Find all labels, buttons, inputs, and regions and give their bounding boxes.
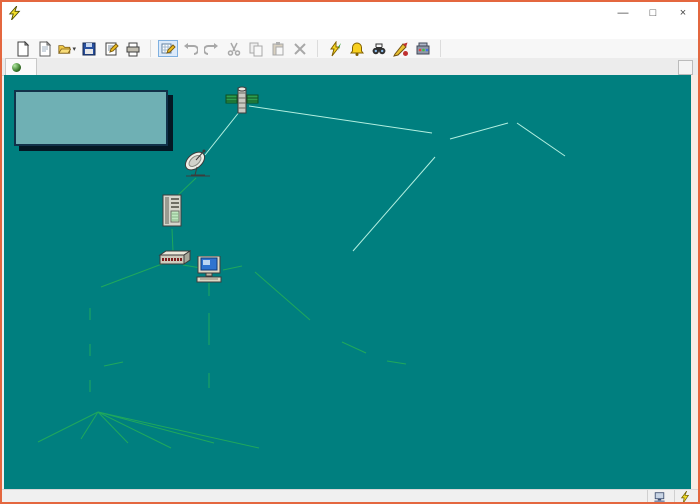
title-bar: — □ × <box>2 2 698 24</box>
close-button[interactable]: × <box>668 2 698 24</box>
undo-button[interactable] <box>180 40 200 57</box>
lightning-icon <box>680 490 690 502</box>
paste-icon <box>272 41 284 55</box>
node-satellite[interactable] <box>182 86 302 122</box>
dish-icon <box>184 149 210 177</box>
dropdown-arrow-icon: ▾ <box>72 45 76 53</box>
status-timer-panel <box>674 490 698 502</box>
edit-mode-icon <box>161 43 176 54</box>
alarm-bell-icon <box>350 41 364 56</box>
canvas-right-gutter <box>691 75 698 489</box>
new-page-icon <box>39 40 52 56</box>
inventory-button[interactable] <box>413 40 433 57</box>
map-sphere-icon <box>12 62 21 72</box>
edit-mode-button[interactable] <box>158 40 178 57</box>
new-doc-icon <box>17 40 30 56</box>
toolbar-group: ▾ <box>6 40 151 57</box>
tab-close-icon[interactable] <box>678 60 693 75</box>
computer-icon <box>654 491 665 502</box>
node-server[interactable] <box>112 194 232 234</box>
node-computer[interactable] <box>149 255 269 289</box>
save-button[interactable] <box>79 40 99 57</box>
computer-icon <box>196 255 222 283</box>
redo-button[interactable] <box>202 40 222 57</box>
print-button[interactable] <box>123 40 143 57</box>
satellite-icon <box>225 86 259 114</box>
server-icon <box>162 194 182 227</box>
cut-button[interactable] <box>224 40 244 57</box>
status-bar <box>2 489 698 502</box>
open-button[interactable]: ▾ <box>57 40 77 57</box>
cut-icon <box>227 42 241 56</box>
map-canvas[interactable] <box>4 75 691 489</box>
inventory-icon <box>416 42 430 54</box>
maximize-button[interactable]: □ <box>638 2 668 24</box>
open-folder-icon <box>58 44 72 54</box>
delete-icon <box>294 42 306 55</box>
binoculars-icon <box>372 43 386 54</box>
ping-button[interactable] <box>325 40 345 57</box>
toolbar: ▾ <box>2 39 698 59</box>
tab-demo[interactable] <box>5 58 37 75</box>
minimize-button[interactable]: — <box>608 2 638 24</box>
status-device-count-panel <box>647 490 674 502</box>
app-lightning-icon <box>8 6 22 20</box>
undo-icon <box>184 42 198 55</box>
print-icon <box>126 42 140 56</box>
toolbar-group <box>318 40 441 57</box>
fwatcher-button[interactable] <box>391 40 411 57</box>
save-icon <box>82 42 96 55</box>
redo-icon <box>204 42 218 55</box>
ping-bolt-icon <box>330 40 341 56</box>
paste-button[interactable] <box>268 40 288 57</box>
new-button[interactable] <box>13 40 33 57</box>
properties-button[interactable] <box>101 40 121 57</box>
node-satellite-dish[interactable] <box>138 148 258 184</box>
app-window: — □ × ▾ <box>0 0 700 504</box>
menu-bar <box>2 24 698 40</box>
copy-icon <box>249 42 263 56</box>
notification-button[interactable] <box>347 40 367 57</box>
find-button[interactable] <box>369 40 389 57</box>
new-window-button[interactable] <box>35 40 55 57</box>
tab-bar <box>2 58 698 76</box>
copy-button[interactable] <box>246 40 266 57</box>
edit-doc-icon <box>105 42 119 55</box>
toolbar-group <box>151 40 318 57</box>
map-title-box[interactable] <box>14 90 168 146</box>
delete-button[interactable] <box>290 40 310 57</box>
pen-watch-icon <box>393 42 408 57</box>
